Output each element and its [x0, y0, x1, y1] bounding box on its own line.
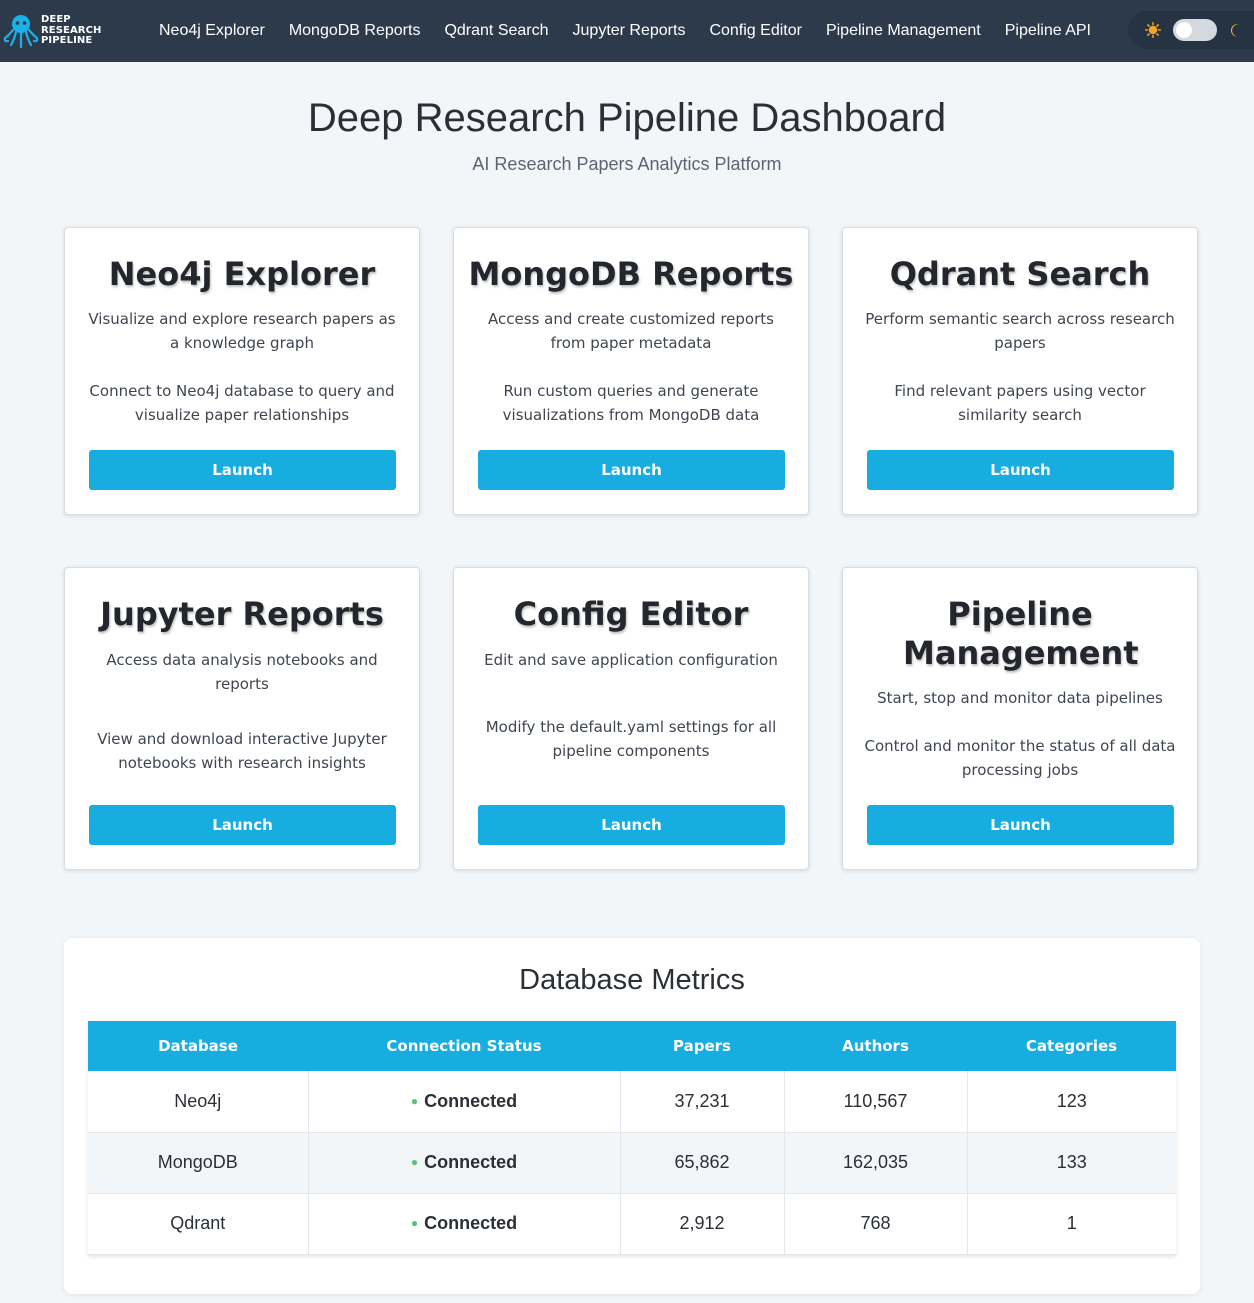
authors-count: 110,567 [784, 1071, 968, 1133]
brand-logo-link[interactable]: DEEP RESEARCH PIPELINE [0, 0, 150, 62]
brand-line-3: PIPELINE [41, 35, 93, 47]
card-description: Access data analysis notebooks and repor… [106, 651, 378, 693]
card-detail: Run custom queries and generate visualiz… [502, 382, 760, 424]
papers-count: 2,912 [620, 1193, 785, 1255]
card-description: Visualize and explore research papers as… [88, 310, 396, 352]
status-dot-icon: ● [410, 1155, 419, 1169]
database-metrics-panel: Database Metrics Database Connection Sta… [64, 938, 1200, 1294]
database-name: Neo4j [88, 1071, 309, 1133]
column-header-authors: Authors [784, 1021, 967, 1071]
connection-status: ● Connected [308, 1132, 621, 1194]
sun-icon [1145, 22, 1161, 38]
card-title: Pipeline Management [903, 595, 1139, 672]
categories-count: 133 [967, 1132, 1176, 1194]
status-text: Connected [424, 1213, 518, 1233]
card-detail: Find relevant papers using vector simila… [894, 382, 1146, 424]
card-description: Edit and save application configuration [484, 651, 778, 669]
card-description: Access and create customized reports fro… [488, 310, 774, 352]
launch-button-qdrant-search[interactable]: Launch [867, 450, 1174, 490]
authors-count: 162,035 [784, 1132, 968, 1194]
dark-mode-toggle[interactable] [1173, 19, 1217, 41]
column-header-connection-status: Connection Status [308, 1021, 620, 1071]
theme-toggle-container [1128, 11, 1254, 49]
table-row: Neo4j ● Connected 37,231 110,567 123 [88, 1071, 1176, 1133]
database-name: Qdrant [88, 1193, 309, 1255]
launch-button-jupyter-reports[interactable]: Launch [89, 805, 396, 845]
papers-count: 65,862 [620, 1132, 785, 1194]
card-title: MongoDB Reports [468, 255, 794, 293]
nav-links: Neo4j Explorer MongoDB Reports Qdrant Se… [159, 22, 1115, 40]
table-row: Qdrant ● Connected 2,912 768 1 [88, 1193, 1176, 1255]
status-dot-icon: ● [410, 1216, 419, 1230]
papers-count: 37,231 [620, 1071, 785, 1133]
launch-button-neo4j-explorer[interactable]: Launch [89, 450, 396, 490]
nav-link-config-editor[interactable]: Config Editor [709, 22, 802, 40]
table-row: MongoDB ● Connected 65,862 162,035 133 [88, 1132, 1176, 1194]
card-title: Neo4j Explorer [108, 255, 376, 293]
table-header-row: Database Connection Status Papers Author… [88, 1021, 1176, 1071]
card-description: Start, stop and monitor data pipelines [877, 689, 1163, 707]
nav-link-mongodb-reports[interactable]: MongoDB Reports [289, 22, 421, 40]
status-dot-icon: ● [410, 1093, 419, 1108]
card-config-editor: Config Editor Edit and save application … [453, 567, 809, 870]
octopus-logo-icon [3, 15, 39, 49]
nav-link-pipeline-management[interactable]: Pipeline Management [826, 22, 981, 40]
nav-link-jupyter-reports[interactable]: Jupyter Reports [573, 22, 686, 40]
categories-count: 123 [967, 1071, 1176, 1133]
brand-name: DEEP RESEARCH PIPELINE [41, 15, 102, 47]
card-detail: View and download interactive Jupyter no… [97, 730, 387, 772]
card-mongodb-reports: MongoDB Reports Access and create custom… [453, 227, 809, 515]
toggle-knob [1176, 22, 1192, 38]
card-description: Perform semantic search across research … [865, 310, 1175, 352]
page-subtitle: AI Research Papers Analytics Platform [472, 154, 782, 174]
connection-status: ● Connected [308, 1071, 621, 1133]
column-header-papers: Papers [620, 1021, 784, 1071]
card-title: Config Editor [513, 595, 749, 633]
card-detail: Connect to Neo4j database to query and v… [89, 382, 395, 424]
nav-link-pipeline-api[interactable]: Pipeline API [1005, 22, 1091, 40]
database-name: MongoDB [88, 1132, 309, 1194]
card-qdrant-search: Qdrant Search Perform semantic search ac… [842, 227, 1198, 515]
metrics-table: Database Connection Status Papers Author… [88, 1021, 1176, 1255]
nav-link-qdrant-search[interactable]: Qdrant Search [444, 22, 548, 40]
card-detail: Control and monitor the status of all da… [864, 737, 1176, 779]
status-text: Connected [424, 1090, 518, 1111]
card-title: Jupyter Reports [100, 595, 384, 633]
launch-button-pipeline-management[interactable]: Launch [867, 805, 1174, 845]
status-text: Connected [424, 1152, 518, 1172]
card-detail: Modify the default.yaml settings for all… [485, 718, 777, 760]
card-pipeline-management: Pipeline Management Start, stop and moni… [842, 567, 1198, 870]
column-header-database: Database [88, 1021, 308, 1071]
authors-count: 768 [784, 1193, 968, 1255]
connection-status: ● Connected [308, 1193, 621, 1255]
nav-link-neo4j-explorer[interactable]: Neo4j Explorer [159, 22, 265, 40]
launch-button-config-editor[interactable]: Launch [478, 805, 785, 845]
top-navbar: DEEP RESEARCH PIPELINE Neo4j Explorer Mo… [0, 0, 1254, 62]
card-jupyter-reports: Jupyter Reports Access data analysis not… [64, 567, 420, 870]
card-title: Qdrant Search [889, 255, 1151, 293]
card-neo4j-explorer: Neo4j Explorer Visualize and explore res… [64, 227, 420, 515]
moon-icon [1230, 24, 1240, 37]
launch-button-mongodb-reports[interactable]: Launch [478, 450, 785, 490]
column-header-categories: Categories [967, 1021, 1176, 1071]
metrics-title: Database Metrics [519, 964, 745, 996]
page-title: Deep Research Pipeline Dashboard [307, 96, 947, 140]
categories-count: 1 [967, 1193, 1176, 1255]
